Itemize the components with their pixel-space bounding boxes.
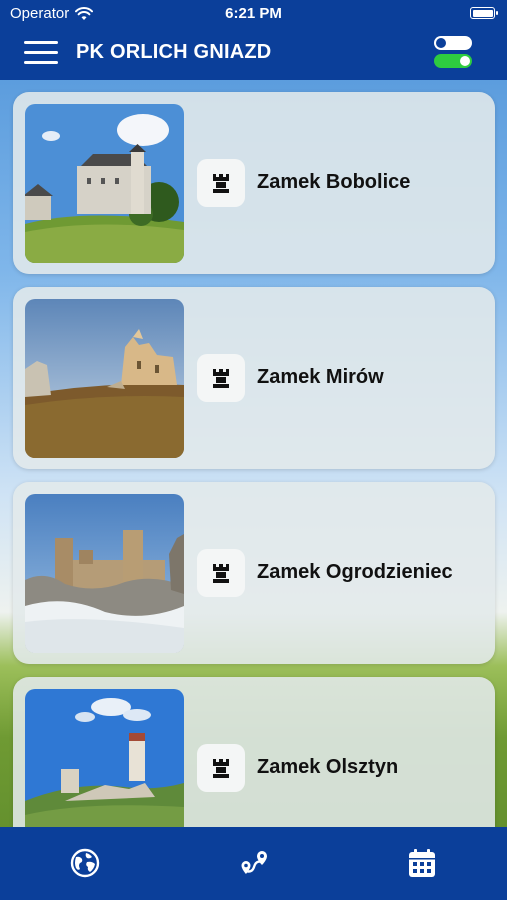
tab-map[interactable]	[67, 845, 103, 881]
castle-photo-olsztyn	[25, 689, 184, 827]
route-icon	[241, 851, 267, 874]
tab-bar	[0, 827, 507, 900]
castle-icon-box	[197, 549, 245, 597]
castle-label: Zamek Bobolice	[257, 171, 411, 193]
status-bar: Operator 6:21 PM	[0, 0, 507, 28]
battery-icon	[470, 7, 498, 19]
castle-rook-icon	[213, 564, 229, 583]
globe-icon	[70, 848, 100, 878]
hamburger-menu-icon[interactable]	[24, 39, 58, 67]
castle-photo-ogrodzieniec	[25, 494, 184, 653]
tab-calendar[interactable]	[404, 845, 440, 881]
castle-card-bobolice[interactable]: Zamek Bobolice	[13, 92, 495, 274]
page-title: PK ORLICH GNIAZD	[76, 41, 272, 63]
castle-label: Zamek Olsztyn	[257, 756, 399, 778]
castle-rook-icon	[213, 174, 229, 193]
status-time: 6:21 PM	[225, 5, 282, 22]
castle-label: Zamek Ogrodzieniec	[257, 561, 453, 583]
castle-card-ogrodzieniec[interactable]: Zamek Ogrodzieniec	[13, 482, 495, 664]
app-header: PK ORLICH GNIAZD	[0, 28, 507, 80]
tab-routes[interactable]	[236, 845, 272, 881]
castle-list: Zamek Bobolice Zamek Mirów Zamek Ogrodzi…	[0, 80, 507, 827]
calendar-icon	[409, 849, 435, 877]
castle-icon-box	[197, 159, 245, 207]
castle-label: Zamek Mirów	[257, 366, 384, 388]
castle-photo-bobolice	[25, 104, 184, 263]
castle-icon-box	[197, 354, 245, 402]
castle-card-mirow[interactable]: Zamek Mirów	[13, 287, 495, 469]
castle-icon-box	[197, 744, 245, 792]
castle-rook-icon	[213, 369, 229, 388]
toggle-switches-icon[interactable]	[434, 36, 472, 70]
castle-card-olsztyn[interactable]: Zamek Olsztyn	[13, 677, 495, 827]
castle-photo-mirow	[25, 299, 184, 458]
castle-rook-icon	[213, 759, 229, 778]
